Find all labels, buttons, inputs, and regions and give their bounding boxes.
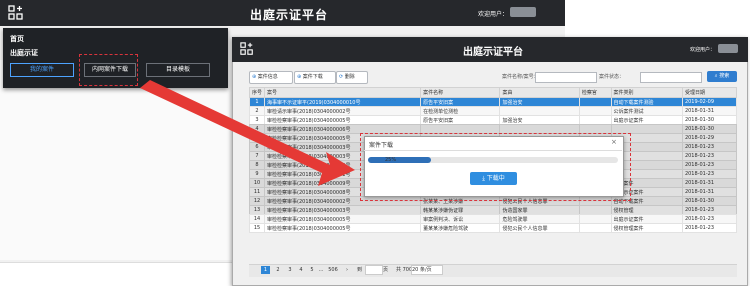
red-arrow-annotation	[140, 80, 355, 186]
